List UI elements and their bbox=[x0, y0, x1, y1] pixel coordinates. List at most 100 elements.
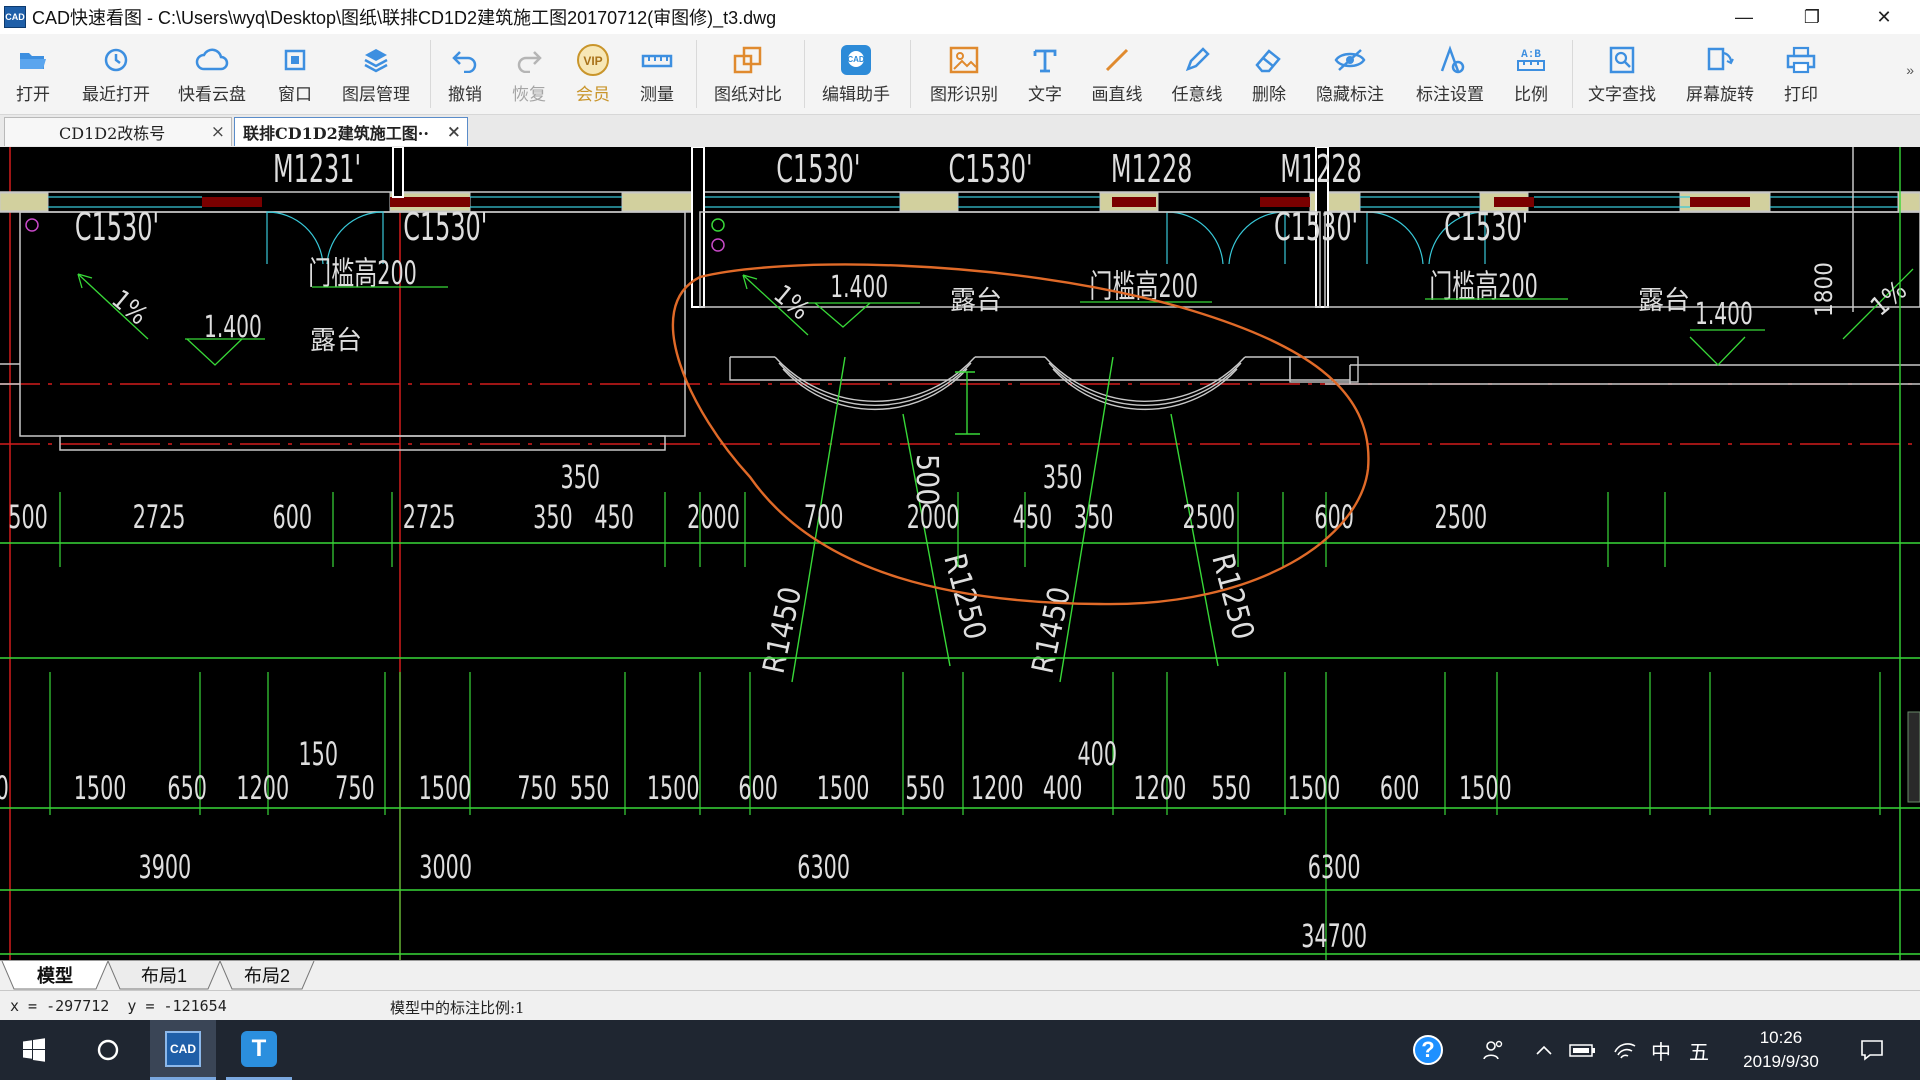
document-tab-bar: CD1D2改栋号 × 联排CD1D2建筑施工图·· × bbox=[0, 115, 1920, 147]
dimension-label: 2725 bbox=[403, 498, 456, 536]
toolbar-separator bbox=[1572, 40, 1573, 108]
people-icon[interactable] bbox=[1478, 1020, 1510, 1080]
svg-text:CAD: CAD bbox=[847, 55, 865, 64]
layers-icon bbox=[361, 42, 391, 78]
tab-construction-drawing[interactable]: 联排CD1D2建筑施工图·· × bbox=[234, 117, 468, 146]
annotation-ellipse bbox=[671, 263, 1370, 606]
dimension-settings-button[interactable]: 标注设置 bbox=[1408, 42, 1492, 108]
dimension-label: 3000 bbox=[419, 848, 472, 886]
dimension-label: 6300 bbox=[797, 848, 850, 886]
svg-text:A:B: A:B bbox=[1521, 49, 1541, 61]
drawing-terrace-label: 露台 bbox=[1638, 286, 1690, 316]
dimension-label: 2500 bbox=[1183, 498, 1236, 536]
tab-close-icon[interactable]: × bbox=[447, 122, 461, 142]
ime-mode-indicator[interactable]: 五 bbox=[1682, 1020, 1716, 1080]
minimize-button[interactable]: — bbox=[1716, 0, 1772, 34]
wifi-icon[interactable] bbox=[1610, 1020, 1640, 1080]
printer-icon bbox=[1785, 42, 1817, 78]
window-icon bbox=[281, 42, 309, 78]
dimension-label: 1500 bbox=[817, 769, 870, 807]
undo-button[interactable]: 撤销 bbox=[440, 42, 490, 108]
chevron-up-icon[interactable] bbox=[1530, 1020, 1558, 1080]
clock[interactable]: 10:26 2019/9/30 bbox=[1726, 1020, 1836, 1080]
tab-close-icon[interactable]: × bbox=[211, 122, 225, 142]
print-button[interactable]: 打印 bbox=[1776, 42, 1826, 108]
tab-cd1d2-rename[interactable]: CD1D2改栋号 × bbox=[4, 117, 232, 146]
redo-button[interactable]: 恢复 bbox=[504, 42, 554, 108]
close-button[interactable]: ✕ bbox=[1856, 0, 1912, 34]
dimension-label: 750 bbox=[335, 769, 375, 807]
delete-button[interactable]: 删除 bbox=[1244, 42, 1294, 108]
dimension-label: 2725 bbox=[133, 498, 186, 536]
dimension-label: 600 bbox=[1380, 769, 1420, 807]
tab-layout2[interactable]: 布局2 bbox=[232, 961, 302, 989]
drawing-radius-label: R1250 bbox=[1204, 550, 1260, 644]
compare-button[interactable]: 图纸对比 bbox=[710, 42, 786, 108]
undo-icon bbox=[450, 42, 480, 78]
dimension-settings-icon bbox=[1434, 42, 1466, 78]
battery-icon[interactable] bbox=[1566, 1020, 1600, 1080]
taskbar-cad-app[interactable]: CAD bbox=[150, 1020, 216, 1080]
toolbar: 打开 最近打开 快看云盘 窗口 图层管理 撤销 恢复 VIP 会员 测量 图纸对… bbox=[0, 34, 1920, 115]
window-title: CAD快速看图 - C:\Users\wyq\Desktop\图纸\联排CD1D… bbox=[32, 8, 777, 28]
toolbar-overflow-button[interactable]: » bbox=[1906, 62, 1914, 78]
draw-line-button[interactable]: 画直线 bbox=[1084, 42, 1150, 108]
drawing-threshold-note: 门槛高200 bbox=[308, 254, 417, 292]
recent-button[interactable]: 最近打开 bbox=[76, 42, 156, 108]
tab-model[interactable]: 模型 bbox=[14, 961, 96, 989]
dimension-label: 400 bbox=[1078, 735, 1118, 773]
ruler-icon bbox=[640, 42, 674, 78]
window-button[interactable]: 窗口 bbox=[270, 42, 320, 108]
shape-recognition-button[interactable]: 图形识别 bbox=[924, 42, 1004, 108]
clock-time: 10:26 bbox=[1759, 1028, 1803, 1047]
dimension-label: 650 bbox=[167, 769, 207, 807]
drawing-terrace-label: 露台 bbox=[310, 326, 362, 356]
rotate-screen-button[interactable]: 屏幕旋转 bbox=[1680, 42, 1760, 108]
dimension-label: 600 bbox=[273, 498, 313, 536]
layers-button[interactable]: 图层管理 bbox=[336, 42, 416, 108]
compare-icon bbox=[732, 42, 764, 78]
t-app-icon: T bbox=[241, 1030, 277, 1067]
cloud-button[interactable]: 快看云盘 bbox=[174, 42, 250, 108]
search-button[interactable] bbox=[84, 1020, 132, 1080]
measure-button[interactable]: 测量 bbox=[632, 42, 682, 108]
drawing-window-label: C1530' bbox=[949, 147, 1033, 191]
notification-icon[interactable] bbox=[1852, 1020, 1892, 1080]
dimension-label: 450 bbox=[594, 498, 634, 536]
vip-icon: VIP bbox=[575, 42, 611, 78]
edit-assistant-button[interactable]: CAD 编辑助手 bbox=[816, 42, 896, 108]
text-tool-button[interactable]: 文字 bbox=[1020, 42, 1070, 108]
hide-dimensions-button[interactable]: 隐藏标注 bbox=[1308, 42, 1392, 108]
drawing-canvas[interactable]: M1231' C1530' C1530' M1228 M1228 C1530' … bbox=[0, 147, 1920, 960]
tab-label: CD1D2改栋号 bbox=[59, 124, 166, 143]
freehand-line-button[interactable]: 任意线 bbox=[1164, 42, 1230, 108]
start-button[interactable] bbox=[10, 1020, 58, 1080]
dimension-label: 750 bbox=[517, 769, 557, 807]
tab-layout1[interactable]: 布局1 bbox=[120, 961, 208, 989]
dimension-label: 150 bbox=[298, 735, 338, 773]
help-icon[interactable]: ? bbox=[1408, 1020, 1448, 1080]
dimension-label: 3900 bbox=[139, 848, 192, 886]
drawing-window-label: C1530' bbox=[75, 205, 159, 249]
ime-language-indicator[interactable]: 中 bbox=[1644, 1020, 1678, 1080]
dimension-label: 2000 bbox=[687, 498, 740, 536]
layout-tab-bar: 模型 布局1 布局2 bbox=[0, 960, 1920, 991]
dimension-label: 1200 bbox=[1134, 769, 1187, 807]
title-bar: CAD CAD快速看图 - C:\Users\wyq\Desktop\图纸\联排… bbox=[0, 0, 1920, 34]
drawing-window-label: M1231' bbox=[273, 147, 361, 191]
dimension-label: 700 bbox=[804, 498, 844, 536]
open-button[interactable]: 打开 bbox=[8, 42, 58, 108]
dimension-label: 1500 bbox=[419, 769, 472, 807]
line-icon bbox=[1102, 42, 1132, 78]
text-search-button[interactable]: 文字查找 bbox=[1582, 42, 1662, 108]
drawing-window-label: C1530' bbox=[776, 147, 860, 191]
taskbar: CAD T ? 中 五 10:26 2019/9/30 bbox=[0, 1020, 1920, 1080]
maximize-button[interactable]: ❐ bbox=[1784, 0, 1840, 34]
taskbar-t-app[interactable]: T bbox=[226, 1020, 292, 1080]
scale-button[interactable]: A:B 比例 bbox=[1506, 42, 1556, 108]
cursor-coordinates: x = -297712 y = -121654 bbox=[10, 997, 227, 1015]
vip-button[interactable]: VIP 会员 bbox=[568, 42, 618, 108]
dimension-label: 350 bbox=[533, 498, 573, 536]
dimension-label: 2000 bbox=[907, 498, 960, 536]
dimension-label: 1500 bbox=[647, 769, 700, 807]
